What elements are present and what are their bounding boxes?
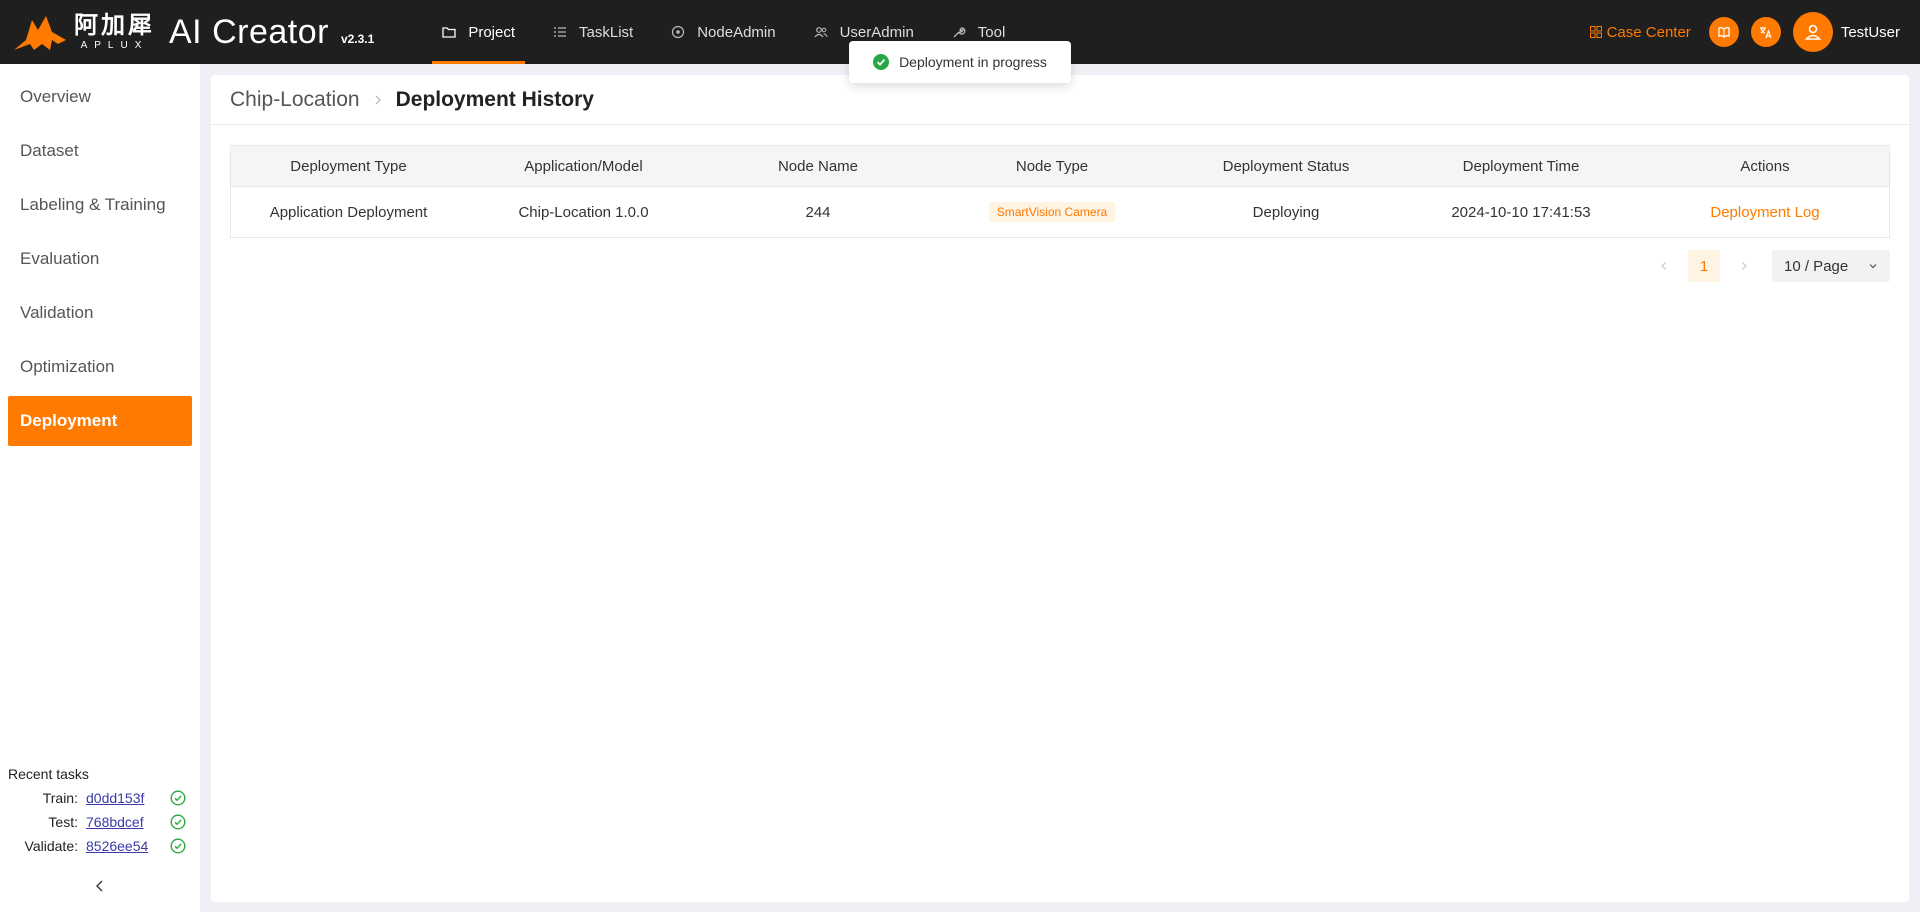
chevron-left-icon <box>96 880 103 892</box>
table-header: Deployment Type Application/Model Node N… <box>231 146 1889 187</box>
nav-nodeadmin-label: NodeAdmin <box>697 23 776 41</box>
check-circle-icon <box>170 838 186 854</box>
page-number-button[interactable]: 1 <box>1688 250 1720 282</box>
deployment-table: Deployment Type Application/Model Node N… <box>230 145 1890 238</box>
main-panel: Chip-Location Deployment History Deploym… <box>211 75 1909 902</box>
chevron-down-icon <box>1869 264 1877 269</box>
column-header: Deployment Time <box>1462 157 1580 175</box>
case-center-label: Case Center <box>1606 23 1691 41</box>
recent-task-row: Validate: 8526ee54 <box>8 834 186 858</box>
chevron-right-icon <box>375 95 381 104</box>
sidebar-item-deployment[interactable]: Deployment <box>8 396 192 446</box>
pagination: 1 10 / Page <box>1648 250 1890 282</box>
recent-task-label: Train: <box>42 790 78 806</box>
deployment-log-link[interactable]: Deployment Log <box>1710 204 1819 221</box>
column-header: Deployment Status <box>1222 157 1350 175</box>
nav-nodeadmin[interactable]: NodeAdmin <box>659 0 787 64</box>
recent-task-link[interactable]: 8526ee54 <box>86 838 170 854</box>
check-circle-icon <box>170 790 186 806</box>
node-type-tag: SmartVision Camera <box>988 202 1116 222</box>
sidebar-item-overview[interactable]: Overview <box>8 72 192 122</box>
chevron-left-icon <box>1661 262 1666 270</box>
toast-notification: Deployment in progress <box>849 41 1071 83</box>
cell-application-model: Chip-Location 1.0.0 <box>518 203 649 221</box>
username[interactable]: TestUser <box>1841 24 1900 41</box>
collapse-sidebar-button[interactable] <box>90 876 110 896</box>
table-row: Application Deployment Chip-Location 1.0… <box>231 187 1889 237</box>
column-header: Node Type <box>1015 157 1089 175</box>
recent-task-row: Test: 768bdcef <box>8 810 186 834</box>
nav-tool-label: Tool <box>977 23 1006 41</box>
next-page-button[interactable] <box>1728 250 1760 282</box>
page-title: Deployment History <box>395 87 594 111</box>
grid-icon <box>1589 26 1602 38</box>
recent-task-link[interactable]: d0dd153f <box>86 790 170 806</box>
sidebar: Overview Dataset Labeling & Training Eva… <box>0 64 200 912</box>
help-button[interactable] <box>1708 17 1739 47</box>
logo-cn: 阿加犀 <box>74 11 155 39</box>
book-icon <box>1718 27 1730 38</box>
case-center-link[interactable]: Case Center <box>1589 23 1691 41</box>
toast-message: Deployment in progress <box>899 54 1047 70</box>
sidebar-item-optimization[interactable]: Optimization <box>8 342 192 392</box>
recent-task-link[interactable]: 768bdcef <box>86 814 170 830</box>
column-header: Deployment Type <box>290 157 407 175</box>
recent-tasks: Recent tasks Train: d0dd153f Test: 768bd… <box>8 766 186 858</box>
sidebar-item-dataset[interactable]: Dataset <box>8 126 192 176</box>
nav-project-label: Project <box>468 23 516 41</box>
folder-icon <box>442 27 456 38</box>
check-circle-icon <box>170 814 186 830</box>
prev-page-button[interactable] <box>1648 250 1680 282</box>
translate-icon <box>1759 27 1772 39</box>
node-icon <box>672 25 685 39</box>
logo-en: APLUX <box>80 39 149 51</box>
sidebar-item-labeling-training[interactable]: Labeling & Training <box>8 180 192 230</box>
brand[interactable]: 阿加犀 APLUX AI Creator v2.3.1 <box>0 0 374 64</box>
aplux-logo-icon <box>14 16 66 50</box>
user-icon <box>1804 24 1822 40</box>
users-icon <box>814 27 828 38</box>
language-button[interactable] <box>1750 17 1781 47</box>
cell-node-type: SmartVision Camera <box>935 202 1169 222</box>
logo-text: 阿加犀 APLUX <box>74 11 155 52</box>
app-name: AI Creator <box>169 12 329 51</box>
column-header: Application/Model <box>524 157 643 175</box>
avatar[interactable] <box>1792 12 1833 52</box>
sidebar-item-validation[interactable]: Validation <box>8 288 192 338</box>
wrench-icon <box>953 27 966 38</box>
page-size-value: 10 / Page <box>1784 257 1849 275</box>
top-right-actions: Case Center TestUser <box>1589 12 1920 52</box>
cell-actions: Deployment Log <box>1639 204 1891 221</box>
nav-project[interactable]: Project <box>430 0 527 64</box>
nav-useradmin-label: UserAdmin <box>839 23 914 41</box>
tasklist-icon <box>554 27 567 37</box>
sidebar-menu: Overview Dataset Labeling & Training Eva… <box>0 64 200 446</box>
breadcrumb-parent[interactable]: Chip-Location <box>230 88 360 112</box>
cell-node-name: 244 <box>805 203 831 221</box>
recent-task-row: Train: d0dd153f <box>8 786 186 810</box>
chevron-right-icon <box>1742 262 1747 270</box>
app-version: v2.3.1 <box>340 32 375 46</box>
cell-deployment-type: Application Deployment <box>269 203 428 221</box>
success-check-icon <box>873 54 890 70</box>
cell-deployment-time: 2024-10-10 17:41:53 <box>1451 203 1591 221</box>
recent-task-label: Test: <box>48 814 78 830</box>
recent-tasks-title: Recent tasks <box>8 766 89 782</box>
sidebar-item-evaluation[interactable]: Evaluation <box>8 234 192 284</box>
nav-tasklist[interactable]: TaskList <box>541 0 645 64</box>
column-header: Node Name <box>777 157 859 175</box>
cell-deployment-status: Deploying <box>1252 203 1320 221</box>
recent-task-label: Validate: <box>24 838 78 854</box>
column-header: Actions <box>1740 157 1790 175</box>
page-size-select[interactable]: 10 / Page <box>1772 250 1890 282</box>
nav-tasklist-label: TaskList <box>579 23 634 41</box>
